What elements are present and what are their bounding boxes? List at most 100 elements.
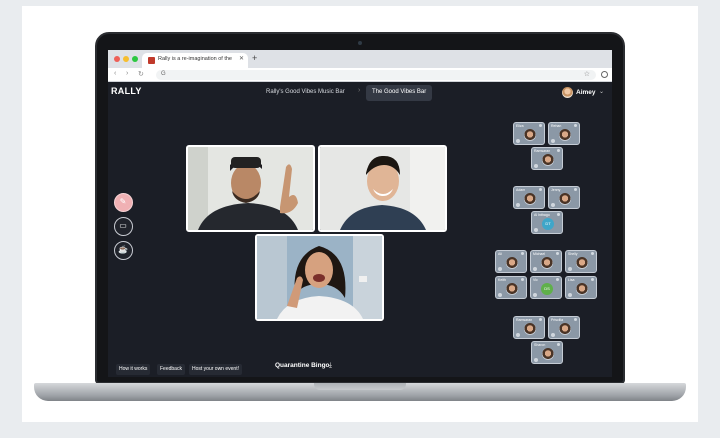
rally-favicon-icon: [148, 57, 155, 64]
drink-button[interactable]: ☕: [114, 241, 133, 260]
laptop-notch: [314, 383, 406, 390]
webcam-icon: [358, 41, 362, 45]
room-tab-music-bar[interactable]: Rally's Good Vibes Music Bar: [260, 85, 351, 101]
reload-icon[interactable]: ↻: [138, 70, 144, 78]
new-tab-button[interactable]: +: [252, 53, 257, 63]
seat-avatar: [576, 257, 588, 269]
seat-status-icon: [539, 124, 542, 127]
seat-status-icon: [591, 252, 594, 255]
forward-icon[interactable]: ›: [126, 70, 128, 77]
address-site-icon: G: [161, 71, 166, 77]
seat-avatar: [576, 283, 588, 295]
seat-mic-icon: [551, 203, 555, 207]
download-icon[interactable]: ⤓: [329, 362, 332, 370]
breadcrumb-separator: ›: [358, 87, 361, 94]
seat-mic-icon: [516, 139, 520, 143]
seat-avatar: [506, 283, 518, 295]
seat-avatar: [524, 323, 536, 335]
seat-status-icon: [557, 213, 560, 216]
seat-status-icon: [557, 149, 560, 152]
seat[interactable]: Michael: [530, 250, 562, 273]
feedback-button[interactable]: Feedback: [157, 364, 185, 375]
participant-1-figure: [188, 147, 313, 230]
seat[interactable]: Shelly: [565, 250, 597, 273]
chevron-down-icon[interactable]: ⌄: [599, 88, 604, 95]
seat[interactable]: Keith: [495, 276, 527, 299]
window-close-dot[interactable]: [114, 56, 120, 62]
seat[interactable]: Al Inthago DT: [531, 211, 563, 234]
url-input[interactable]: G ☆: [156, 70, 596, 80]
seat[interactable]: Vic DS: [530, 276, 562, 299]
seat-status-icon: [574, 124, 577, 127]
seat[interactable]: Eliza: [513, 122, 545, 145]
seat-mic-icon: [533, 267, 537, 271]
star-icon[interactable]: ☆: [584, 70, 590, 78]
seat-status-icon: [521, 278, 524, 281]
room-tab-good-vibes-bar[interactable]: The Good Vibes Bar: [366, 85, 433, 101]
seat-mic-icon: [498, 293, 502, 297]
participant-2-figure: [320, 147, 445, 230]
browser-tab[interactable]: Rally is a re-imagination of the ✕: [142, 53, 248, 68]
seat-mic-icon: [498, 267, 502, 271]
seat-avatar: [506, 257, 518, 269]
seat[interactable]: Jenny: [548, 186, 580, 209]
page-background: Rally is a re-imagination of the ✕ + ‹ ›…: [0, 0, 720, 438]
user-avatar[interactable]: [562, 87, 573, 98]
quarantine-bingo-link[interactable]: Quarantine Bingo: [275, 362, 330, 369]
microphone-icon: ✎: [119, 197, 127, 206]
app-header: RALLY Rally's Good Vibes Music Bar › The…: [108, 82, 612, 104]
tab-close-icon[interactable]: ✕: [239, 55, 244, 62]
seat-avatar: [559, 323, 571, 335]
window-minimize-dot[interactable]: [123, 56, 129, 62]
camera-icon: ▭: [119, 221, 127, 230]
seat[interactable]: Sharon: [531, 341, 563, 364]
extension-icon[interactable]: [601, 71, 608, 78]
seat-mic-icon: [534, 228, 538, 232]
seat[interactable]: Rehan: [548, 122, 580, 145]
seat-initials-avatar: DT: [542, 218, 554, 230]
seat-avatar: [542, 154, 554, 166]
participant-3-figure: [257, 236, 382, 319]
seat-avatar: [559, 129, 571, 141]
seat-initials-avatar: DS: [541, 283, 553, 295]
laptop-screen: Rally is a re-imagination of the ✕ + ‹ ›…: [108, 50, 612, 377]
seat[interactable]: Adam: [513, 186, 545, 209]
seat-mic-icon: [568, 267, 572, 271]
seat[interactable]: Priscilla: [548, 316, 580, 339]
microphone-toggle[interactable]: ✎: [114, 193, 133, 212]
seat-status-icon: [539, 318, 542, 321]
video-tile-participant-3[interactable]: [255, 234, 384, 321]
browser-tab-bar: Rally is a re-imagination of the ✕ +: [108, 50, 612, 68]
seat-status-icon: [574, 188, 577, 191]
how-it-works-button[interactable]: How it works: [116, 364, 151, 375]
seat-status-icon: [556, 252, 559, 255]
back-icon[interactable]: ‹: [114, 70, 116, 77]
seat-status-icon: [521, 252, 524, 255]
video-tile-participant-1[interactable]: [186, 145, 315, 232]
seat-mic-icon: [534, 164, 538, 168]
seat[interactable]: Ali: [495, 250, 527, 273]
seat-status-icon: [557, 343, 560, 346]
browser-address-bar: ‹ › ↻ G ☆: [108, 68, 612, 82]
seat[interactable]: Ramsaran: [513, 316, 545, 339]
user-name[interactable]: Aimey: [576, 89, 596, 96]
drink-icon: ☕: [118, 245, 128, 254]
seat[interactable]: Ramsaran: [531, 147, 563, 170]
seat-status-icon: [574, 318, 577, 321]
window-maximize-dot[interactable]: [132, 56, 138, 62]
rally-logo[interactable]: RALLY: [111, 86, 142, 96]
seat-avatar: [541, 257, 553, 269]
camera-toggle[interactable]: ▭: [114, 217, 133, 236]
video-tile-participant-2[interactable]: [318, 145, 447, 232]
host-event-button[interactable]: Host your own event!: [189, 364, 242, 375]
seat-mic-icon: [516, 203, 520, 207]
seat-status-icon: [591, 278, 594, 281]
seat-mic-icon: [551, 139, 555, 143]
seat-avatar: [524, 129, 536, 141]
seat-mic-icon: [533, 293, 537, 297]
seat-status-icon: [539, 188, 542, 191]
seat-status-icon: [556, 278, 559, 281]
seat-mic-icon: [551, 333, 555, 337]
seat-avatar: [524, 193, 536, 205]
seat[interactable]: Lisa: [565, 276, 597, 299]
